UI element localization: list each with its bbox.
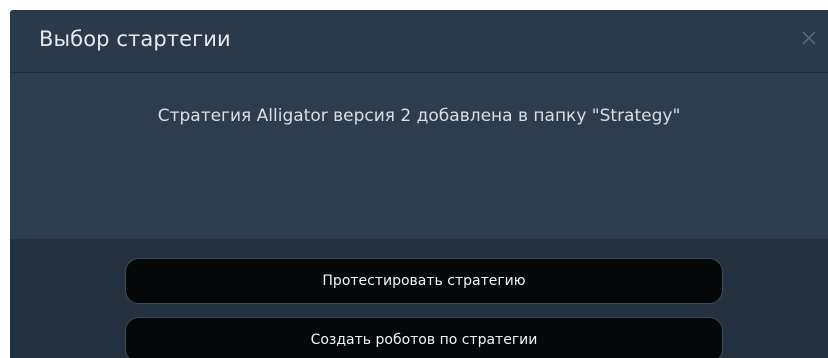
message-area: Стратегия Alligator версия 2 добавлена в…: [10, 73, 828, 239]
status-message: Стратегия Alligator версия 2 добавлена в…: [157, 106, 681, 126]
dialog-titlebar: Выбор стартегии: [10, 10, 828, 73]
dialog-footer: Протестировать стратегию Создать роботов…: [10, 239, 828, 358]
close-icon[interactable]: [798, 27, 820, 49]
create-robots-button[interactable]: Создать роботов по стратегии: [125, 317, 723, 358]
strategy-dialog: Выбор стартегии Стратегия Alligator верс…: [10, 10, 828, 358]
dialog-title: Выбор стартегии: [39, 27, 231, 51]
test-strategy-button[interactable]: Протестировать стратегию: [125, 258, 723, 304]
